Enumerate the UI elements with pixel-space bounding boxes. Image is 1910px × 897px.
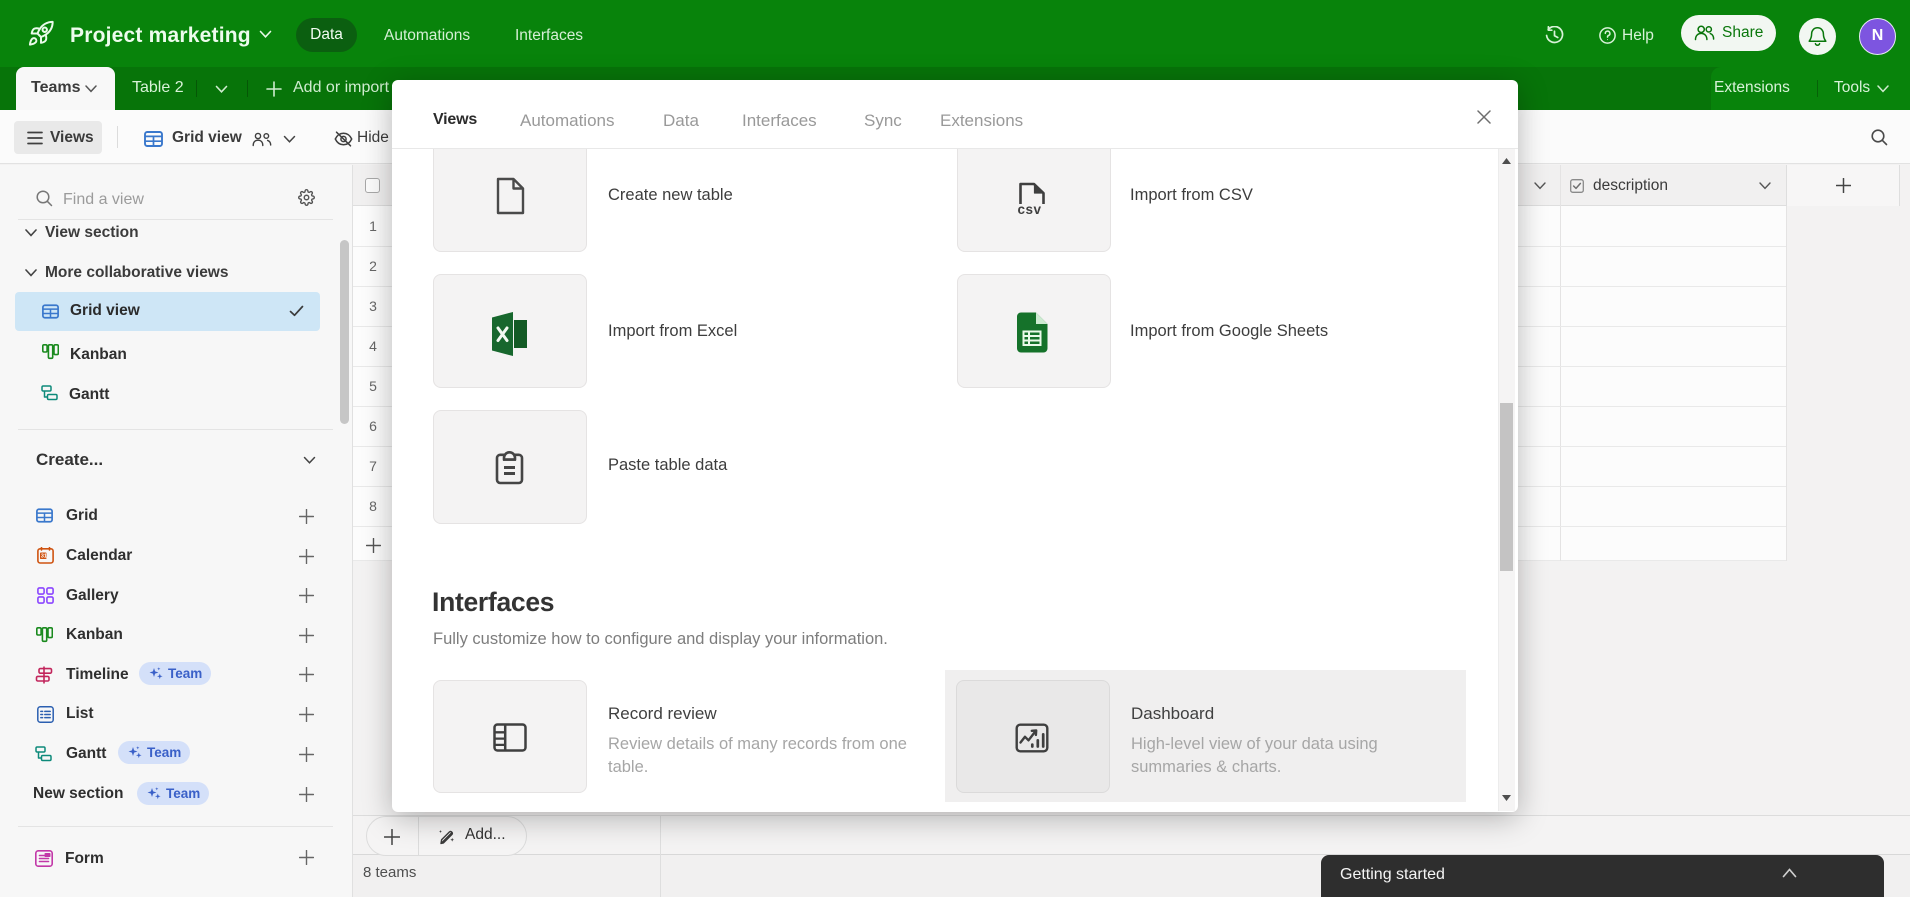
svg-text:csv: csv	[1018, 202, 1042, 215]
svg-text:31: 31	[41, 554, 47, 560]
